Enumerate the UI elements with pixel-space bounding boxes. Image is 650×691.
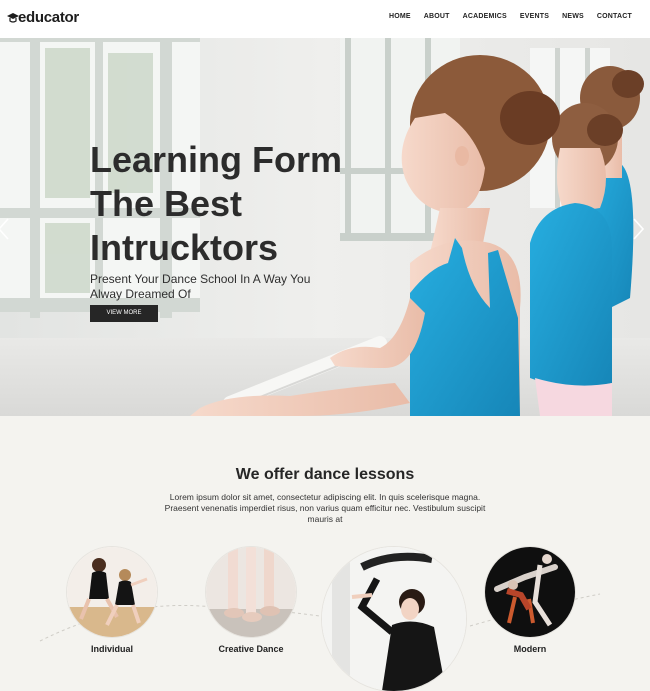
lesson-label-creative-dance[interactable]: Creative Dance bbox=[206, 644, 296, 654]
chevron-right-icon[interactable] bbox=[632, 218, 646, 240]
lesson-image-modern[interactable] bbox=[485, 547, 575, 637]
hero-title-line: Intrucktors bbox=[90, 227, 279, 268]
lesson-image-creative-dance[interactable] bbox=[206, 547, 296, 637]
lesson-label-modern[interactable]: Modern bbox=[485, 644, 575, 654]
lessons-description: Lorem ipsum dolor sit amet, consectetur … bbox=[164, 492, 486, 524]
hero-title: Learning Form The Best Intrucktors bbox=[90, 138, 390, 270]
main-nav: HOME ABOUT ACADEMICS EVENTS NEWS CONTACT bbox=[389, 13, 632, 20]
hero-title-line: Learning Form bbox=[90, 139, 343, 180]
logo-text: educator bbox=[18, 9, 79, 26]
nav-contact[interactable]: CONTACT bbox=[597, 13, 632, 20]
nav-about[interactable]: ABOUT bbox=[424, 13, 450, 20]
view-more-button[interactable]: VIEW MORE bbox=[90, 305, 158, 322]
chevron-left-icon[interactable] bbox=[0, 218, 10, 240]
hero-slider: Learning Form The Best Intrucktors Prese… bbox=[0, 38, 650, 416]
lesson-image-individual[interactable] bbox=[67, 547, 157, 637]
nav-events[interactable]: EVENTS bbox=[520, 13, 549, 20]
lessons-section: We offer dance lessons Lorem ipsum dolor… bbox=[0, 416, 650, 691]
hero-title-line: The Best bbox=[90, 183, 243, 224]
nav-home[interactable]: HOME bbox=[389, 13, 411, 20]
logo[interactable]: educator bbox=[6, 9, 79, 26]
lessons-title: We offer dance lessons bbox=[235, 466, 415, 483]
lesson-image-featured[interactable] bbox=[322, 547, 466, 691]
site-header: educator HOME ABOUT ACADEMICS EVENTS NEW… bbox=[0, 0, 650, 38]
hero-subtitle: Present Your Dance School In A Way You A… bbox=[90, 272, 311, 301]
nav-news[interactable]: NEWS bbox=[562, 13, 584, 20]
nav-academics[interactable]: ACADEMICS bbox=[463, 13, 507, 20]
lesson-label-individual[interactable]: Individual bbox=[67, 644, 157, 654]
